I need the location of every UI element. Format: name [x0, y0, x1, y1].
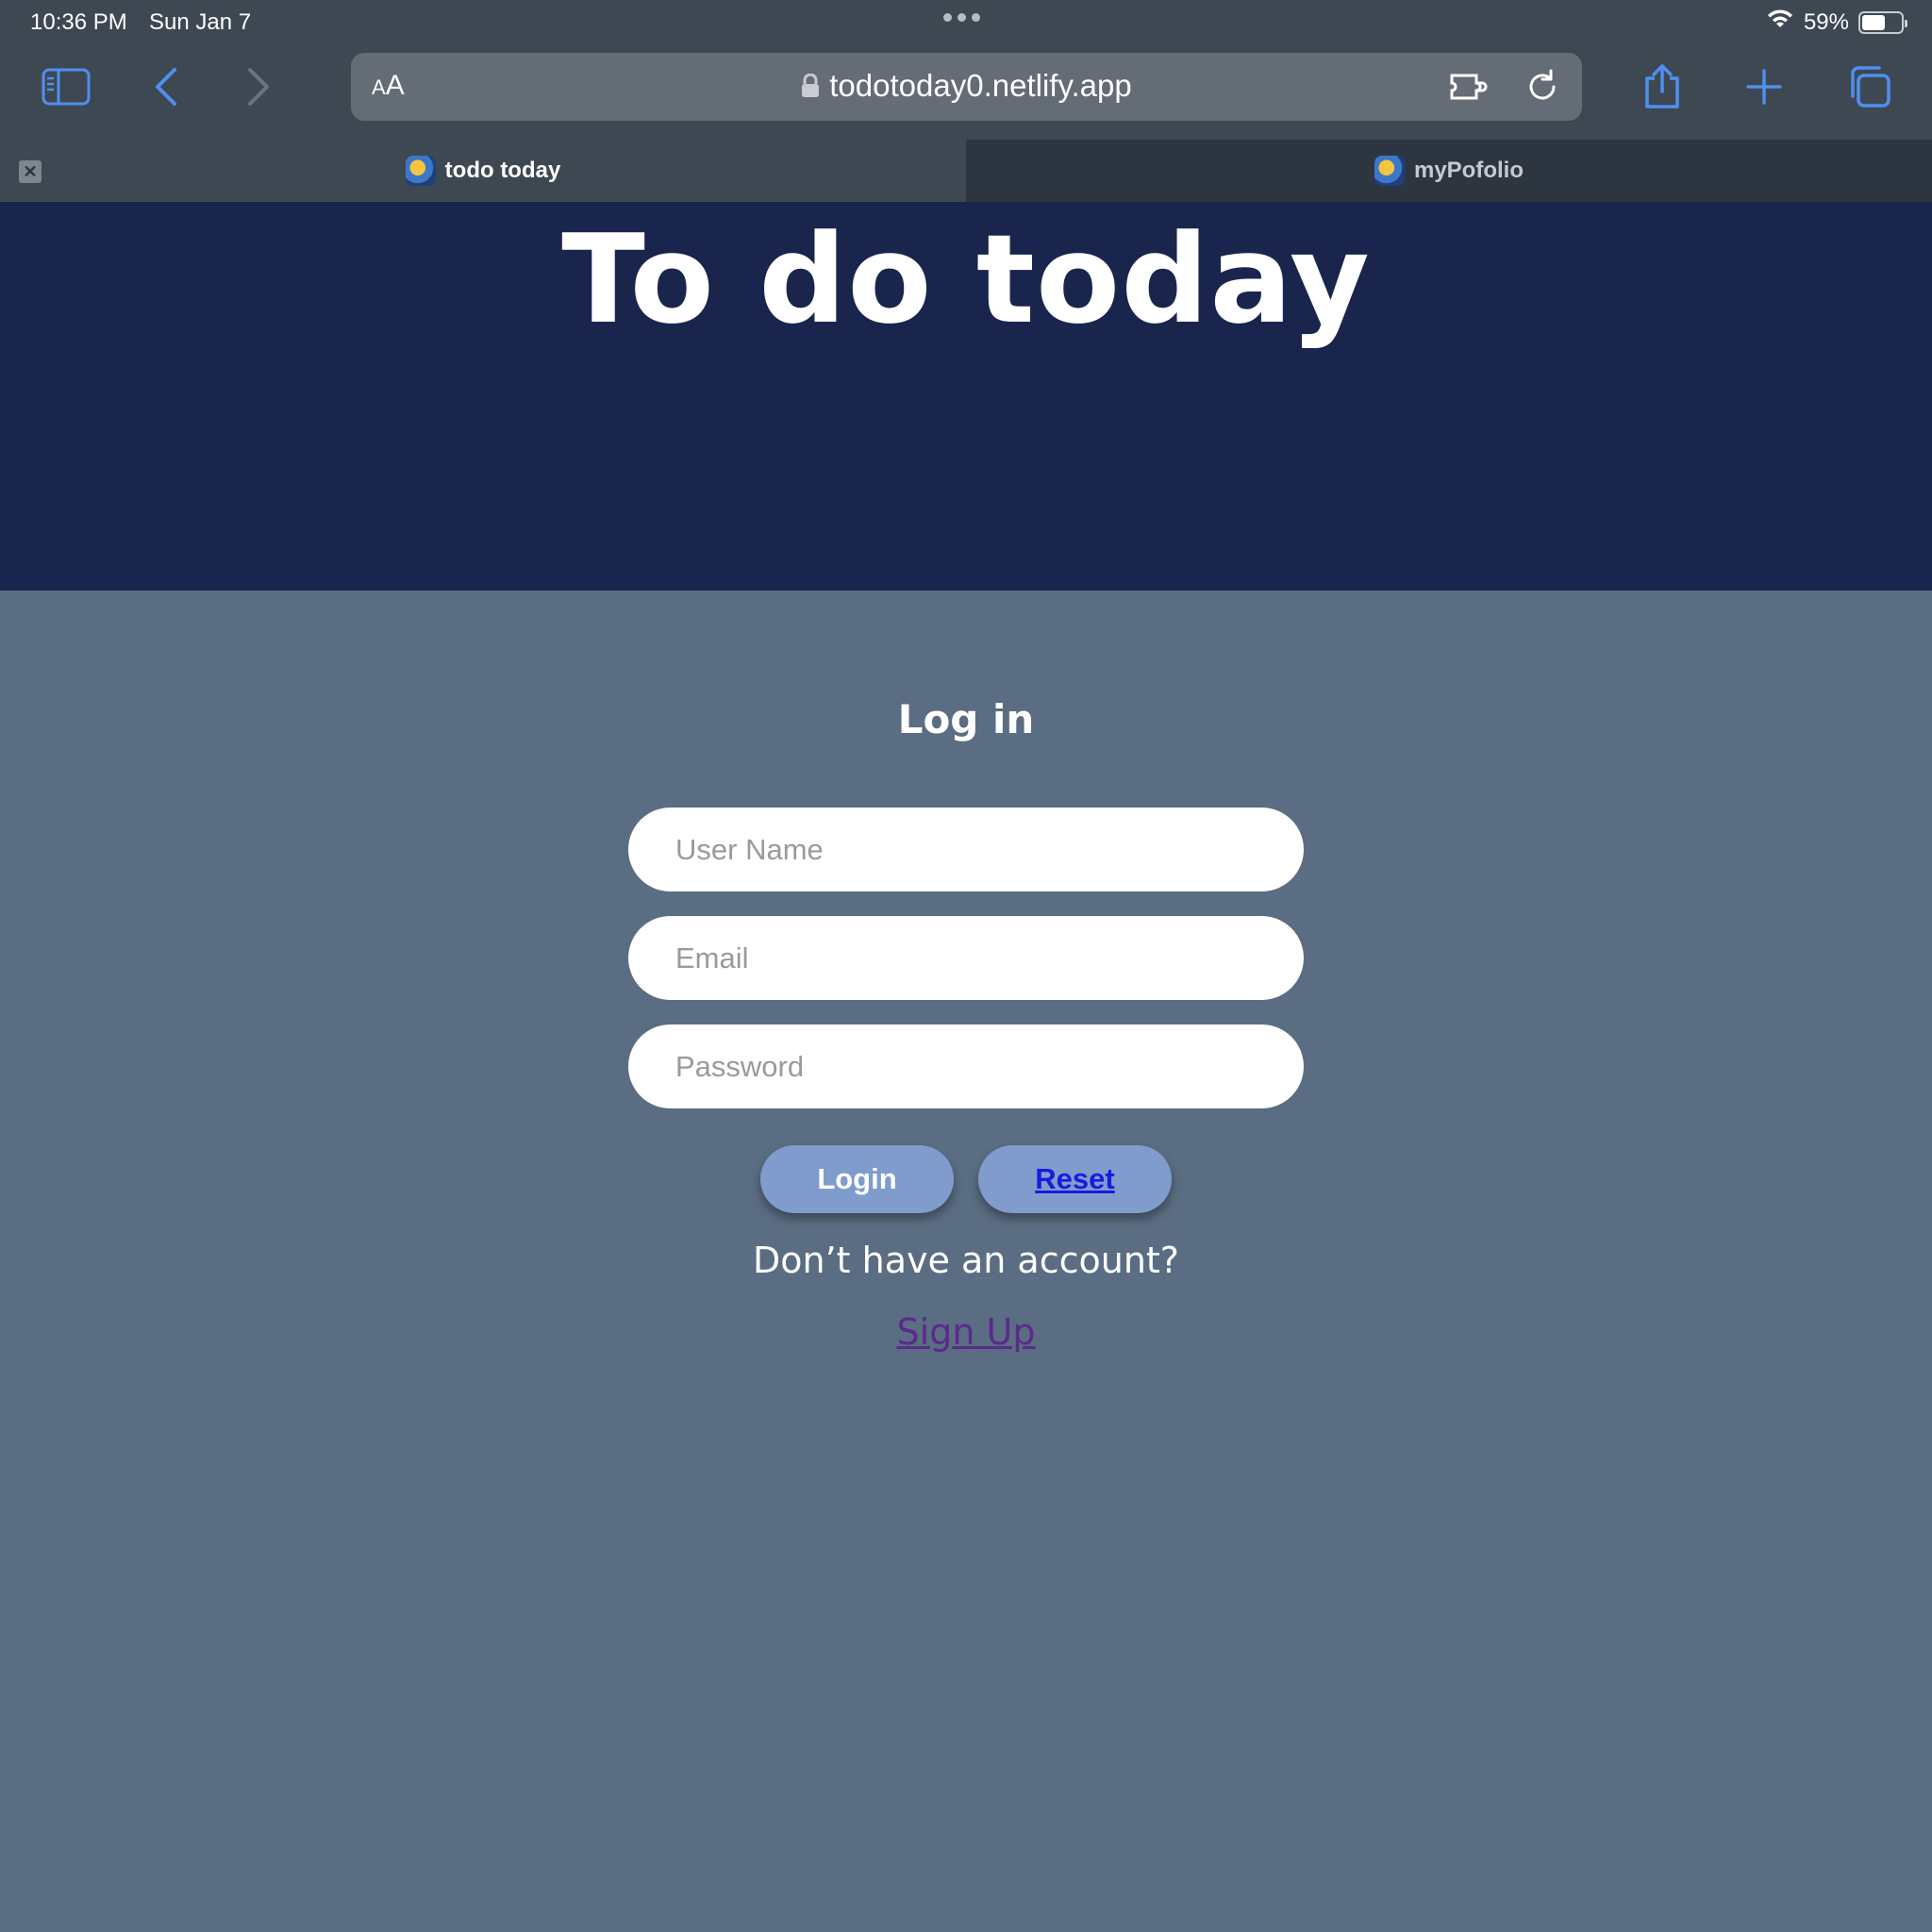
wifi-icon	[1766, 8, 1794, 37]
status-time: 10:36 PM	[30, 9, 127, 35]
page-title: To do today	[561, 208, 1371, 351]
sidebar-icon[interactable]	[40, 60, 92, 113]
username-input[interactable]	[628, 808, 1304, 891]
reload-icon[interactable]	[1524, 68, 1561, 109]
browser-chrome: 10:36 PM Sun Jan 7 59% AA todotoday0.net…	[0, 0, 1932, 202]
battery-icon	[1858, 10, 1907, 34]
address-bar[interactable]: AA todotoday0.netlify.app	[351, 53, 1582, 121]
signup-link[interactable]: Sign Up	[0, 1311, 1932, 1353]
share-icon[interactable]	[1636, 60, 1689, 113]
lock-icon	[801, 70, 820, 106]
favicon-icon	[1374, 156, 1405, 186]
plus-icon[interactable]	[1738, 60, 1790, 113]
tabs-icon[interactable]	[1843, 60, 1896, 113]
close-icon[interactable]: ✕	[19, 160, 42, 183]
url-text[interactable]: todotoday0.netlify.app	[829, 68, 1131, 103]
login-button[interactable]: Login	[760, 1145, 954, 1213]
reset-button[interactable]: Reset	[978, 1145, 1172, 1213]
tab-label: myPofolio	[1413, 158, 1524, 183]
no-account-text: Don’t have an account?	[753, 1240, 1179, 1281]
password-input[interactable]	[628, 1024, 1304, 1108]
tab-label: todo today	[444, 158, 561, 183]
login-heading: Log in	[897, 696, 1035, 742]
chevron-left-icon[interactable]	[140, 60, 192, 113]
favicon-icon	[405, 156, 436, 186]
tab-mypofolio[interactable]: myPofolio	[966, 140, 1932, 202]
email-input[interactable]	[628, 916, 1304, 1000]
multitasking-dots-icon[interactable]	[943, 13, 980, 22]
extension-icon[interactable]	[1448, 68, 1490, 109]
tab-bar: ✕ todo today myPofolio	[0, 140, 1932, 202]
battery-percent: 59%	[1803, 8, 1849, 35]
chevron-right-icon[interactable]	[232, 60, 285, 113]
status-date: Sun Jan 7	[149, 9, 252, 35]
status-right: 59%	[1766, 8, 1907, 37]
tab-todo-today[interactable]: ✕ todo today	[0, 140, 966, 202]
battery-fill	[1862, 14, 1885, 30]
